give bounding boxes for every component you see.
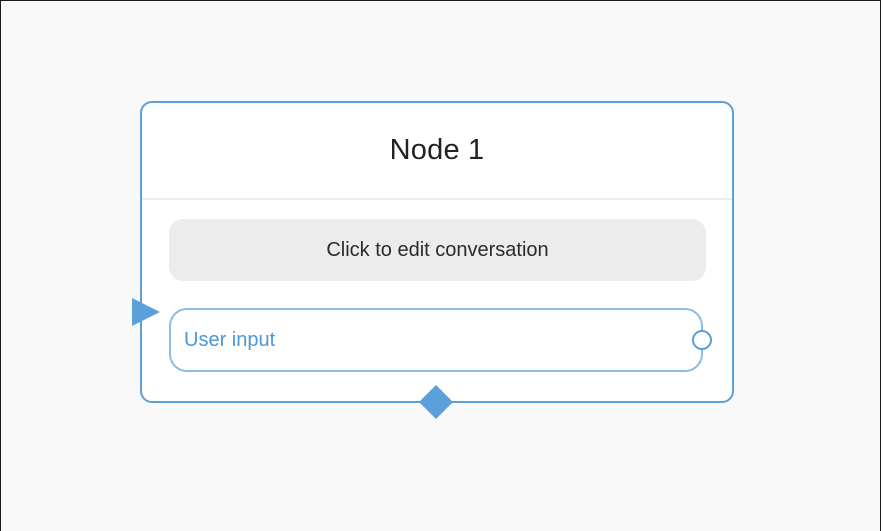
input-port-triangle-icon[interactable] [132, 298, 160, 326]
edit-conversation-label: Click to edit conversation [326, 238, 549, 261]
canvas[interactable]: Node 1 Click to edit conversation User i… [0, 0, 881, 531]
output-port-circle-icon[interactable] [692, 330, 712, 350]
user-input-option[interactable]: User input [169, 308, 703, 372]
user-input-label: User input [184, 328, 276, 351]
node-header: Node 1 [142, 103, 732, 200]
node-title: Node 1 [389, 134, 485, 166]
conversation-node[interactable]: Node 1 Click to edit conversation User i… [140, 101, 734, 403]
edit-conversation-button[interactable]: Click to edit conversation [169, 219, 706, 281]
